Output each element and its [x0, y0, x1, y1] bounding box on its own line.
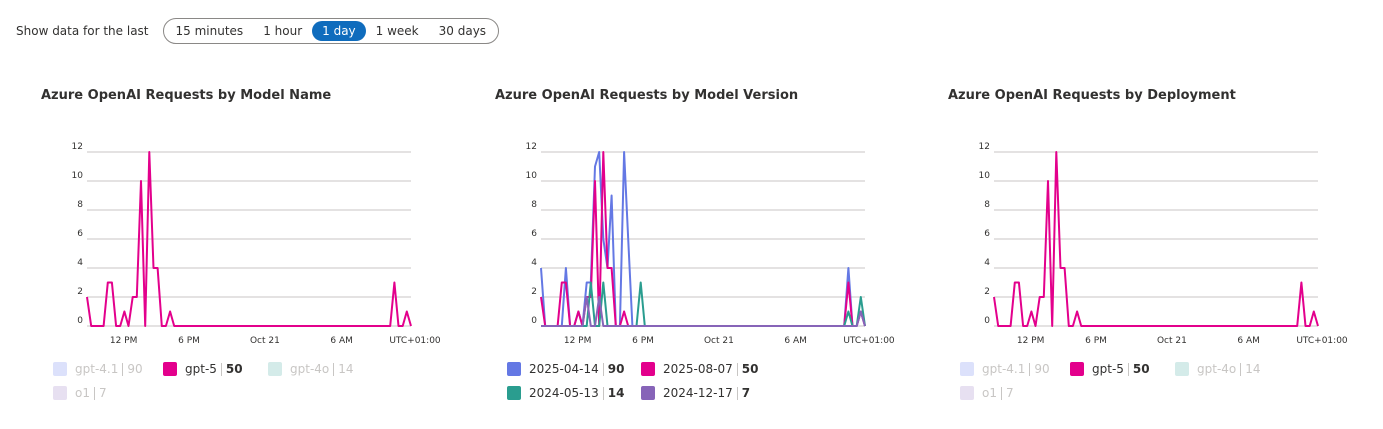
timezone-label: UTC+01:00 [843, 336, 895, 346]
x-tick-label: 6 PM [632, 336, 654, 346]
y-tick-label: 6 [77, 229, 83, 239]
legend-count: 7 [98, 386, 107, 400]
legend-name: 2024-12-17 [663, 386, 733, 400]
y-tick-label: 12 [979, 142, 990, 152]
legend-separator [736, 362, 738, 376]
legend-swatch [53, 362, 67, 376]
legend-count: 14 [338, 362, 354, 376]
legend-swatch [641, 362, 655, 376]
x-tick-label: Oct 21 [1157, 336, 1187, 346]
legend-count: 7 [1005, 386, 1014, 400]
legend-item[interactable]: o1 7 [960, 386, 1014, 400]
y-tick-label: 10 [526, 171, 538, 181]
legend-name: o1 [982, 386, 997, 400]
legend-item[interactable]: gpt-5 50 [1070, 362, 1150, 376]
legend-count: 90 [607, 362, 625, 376]
chart-panel-model-name: Azure OpenAI Requests by Model Name 0246… [41, 0, 491, 429]
y-tick-label: 0 [531, 316, 537, 326]
legend-item[interactable]: 2024-12-17 7 [641, 386, 750, 400]
legend-item[interactable]: 2025-04-14 90 [507, 362, 624, 376]
legend-name: 2025-08-07 [663, 362, 733, 376]
legend-swatch [268, 362, 282, 376]
chart-panel-model-version: Azure OpenAI Requests by Model Version 0… [495, 0, 945, 429]
x-tick-label: Oct 21 [704, 336, 734, 346]
legend-separator [1000, 386, 1002, 400]
legend-swatch [53, 386, 67, 400]
y-tick-label: 2 [531, 287, 537, 297]
legend-name: gpt-5 [185, 362, 217, 376]
x-tick-label: 12 PM [1017, 336, 1045, 346]
x-tick-label: 12 PM [110, 336, 138, 346]
y-tick-label: 8 [984, 200, 990, 210]
legend-item[interactable]: gpt-4o 14 [268, 362, 354, 376]
x-tick-label: 6 PM [178, 336, 200, 346]
legend-name: o1 [75, 386, 90, 400]
legend-count: 7 [741, 386, 751, 400]
legend-count: 14 [1245, 362, 1261, 376]
legend-separator [220, 362, 222, 376]
legend-count: 50 [741, 362, 759, 376]
y-tick-label: 2 [77, 287, 83, 297]
y-tick-label: 4 [984, 258, 990, 268]
legend-count: 90 [127, 362, 143, 376]
legend-swatch [507, 362, 521, 376]
legend-separator [122, 362, 124, 376]
legend-swatch [163, 362, 177, 376]
legend-separator [736, 386, 738, 400]
x-tick-label: 6 PM [1085, 336, 1107, 346]
legend-item[interactable]: gpt-5 50 [163, 362, 243, 376]
y-tick-label: 4 [531, 258, 537, 268]
legend-separator [93, 386, 95, 400]
legend-name: 2025-04-14 [529, 362, 599, 376]
legend-item[interactable]: 2025-08-07 50 [641, 362, 758, 376]
y-tick-label: 10 [72, 171, 84, 181]
legend-name: gpt-4.1 [75, 362, 119, 376]
legend-swatch [1175, 362, 1189, 376]
y-tick-label: 6 [531, 229, 537, 239]
legend-item[interactable]: gpt-4o 14 [1175, 362, 1261, 376]
y-tick-label: 8 [531, 200, 537, 210]
y-tick-label: 2 [984, 287, 990, 297]
legend-swatch [960, 362, 974, 376]
legend-item[interactable]: gpt-4.1 90 [53, 362, 143, 376]
legend-name: gpt-4o [290, 362, 330, 376]
legend-name: 2024-05-13 [529, 386, 599, 400]
legend-count: 14 [607, 386, 625, 400]
legend-separator [602, 362, 604, 376]
x-tick-label: 6 AM [1237, 336, 1260, 346]
y-tick-label: 10 [979, 171, 991, 181]
legend-separator [1127, 362, 1129, 376]
chart-panel-deployment: Azure OpenAI Requests by Deployment 0246… [948, 0, 1383, 429]
x-tick-label: Oct 21 [250, 336, 280, 346]
legend-swatch [1070, 362, 1084, 376]
legend-swatch [641, 386, 655, 400]
legend-separator [333, 362, 335, 376]
y-tick-label: 0 [77, 316, 83, 326]
legend-separator [1240, 362, 1242, 376]
y-tick-label: 8 [77, 200, 83, 210]
legend-separator [602, 386, 604, 400]
legend-count: 90 [1034, 362, 1050, 376]
legend-name: gpt-5 [1092, 362, 1124, 376]
legend-item[interactable]: o1 7 [53, 386, 107, 400]
legend-count: 50 [1132, 362, 1150, 376]
x-tick-label: 6 AM [330, 336, 353, 346]
y-tick-label: 0 [984, 316, 990, 326]
legend-swatch [507, 386, 521, 400]
timezone-label: UTC+01:00 [1296, 336, 1348, 346]
legend-name: gpt-4.1 [982, 362, 1026, 376]
timezone-label: UTC+01:00 [389, 336, 441, 346]
legend-separator [1029, 362, 1031, 376]
x-tick-label: 12 PM [564, 336, 592, 346]
legend-item[interactable]: 2024-05-13 14 [507, 386, 624, 400]
y-tick-label: 4 [77, 258, 83, 268]
y-tick-label: 12 [72, 142, 83, 152]
legend-name: gpt-4o [1197, 362, 1237, 376]
y-tick-label: 6 [984, 229, 990, 239]
legend-swatch [960, 386, 974, 400]
y-tick-label: 12 [526, 142, 537, 152]
legend-item[interactable]: gpt-4.1 90 [960, 362, 1050, 376]
legend-count: 50 [225, 362, 243, 376]
x-tick-label: 6 AM [784, 336, 807, 346]
